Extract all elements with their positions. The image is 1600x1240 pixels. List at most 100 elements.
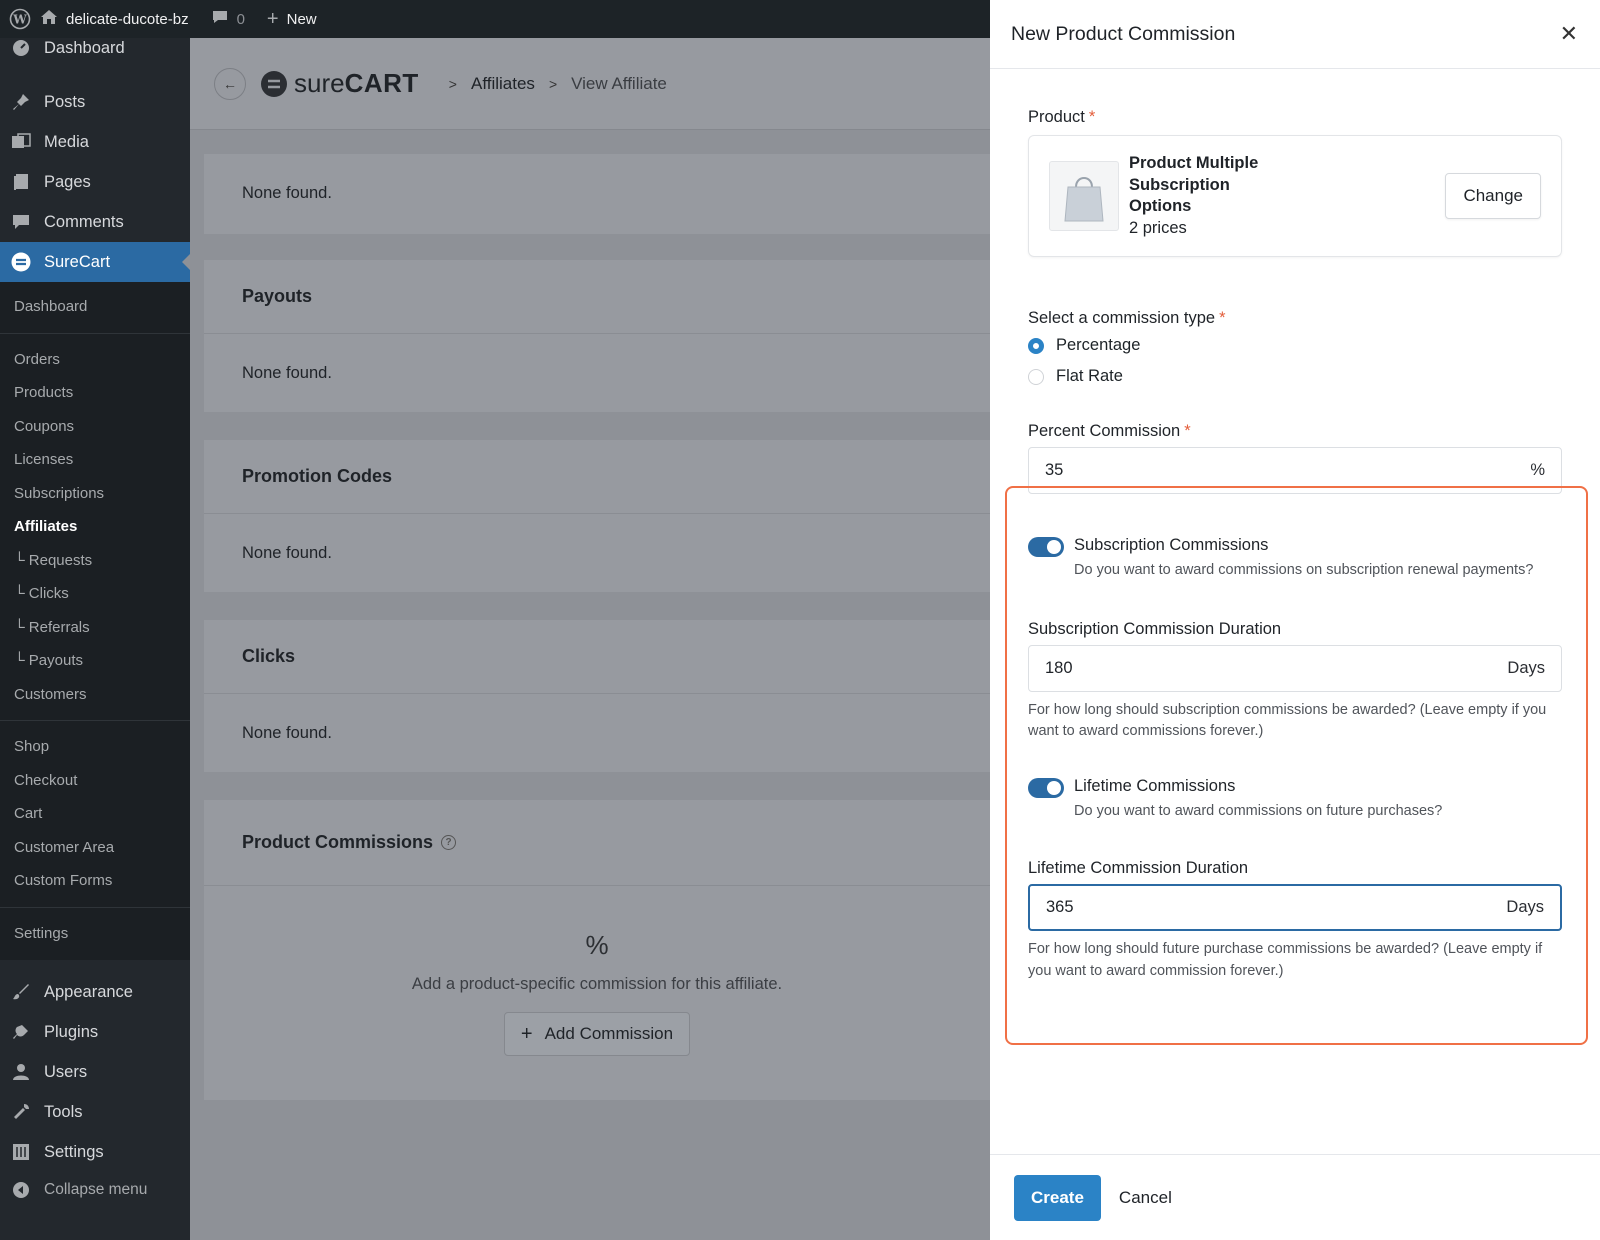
empty-message: None found. [242, 183, 332, 202]
sidebar-item-collapse[interactable]: Collapse menu [0, 1172, 190, 1208]
submenu-item-affiliates[interactable]: Affiliates [0, 510, 190, 544]
percent-suffix: % [1530, 461, 1545, 479]
submenu-item[interactable]: Coupons [0, 410, 190, 444]
page-header: ← sureCART > Affiliates > View Affiliate [190, 38, 990, 130]
comments-link[interactable]: 0 [211, 9, 245, 29]
chevron-right-icon: > [448, 75, 457, 92]
add-commission-button[interactable]: + Add Commission [503, 1012, 691, 1056]
settings-icon [10, 1141, 32, 1163]
admin-bar: W delicate-ducote-bz 0 + New [0, 0, 990, 38]
main-content: ← sureCART > Affiliates > View Affiliate… [190, 38, 990, 1240]
sidebar-item-appearance[interactable]: Appearance [0, 972, 190, 1012]
breadcrumb-current: View Affiliate [571, 73, 667, 93]
sidebar-item-plugins[interactable]: Plugins [0, 1012, 190, 1052]
back-button[interactable]: ← [214, 67, 246, 100]
pin-icon [10, 91, 32, 113]
percent-commission-label: Percent Commission * [1028, 422, 1191, 440]
create-button[interactable]: Create [1014, 1174, 1101, 1221]
surecart-logo: sureCART [260, 68, 419, 99]
required-marker: * [1184, 422, 1191, 440]
wrench-icon [10, 1101, 32, 1123]
comment-bubble-icon [211, 9, 229, 29]
cancel-button[interactable]: Cancel [1119, 1188, 1172, 1208]
product-thumbnail [1049, 161, 1119, 231]
brush-icon [10, 981, 32, 1003]
site-name-link[interactable]: delicate-ducote-bz [40, 9, 189, 29]
collapse-icon [10, 1179, 32, 1201]
product-info: Product Multiple Subscription Options 2 … [1129, 153, 1445, 239]
home-icon [40, 9, 58, 29]
submenu-item[interactable]: Customer Area [0, 831, 190, 865]
divider [0, 720, 190, 721]
card-product-commissions: Product Commissions ? % Add a product-sp… [204, 800, 990, 1100]
sidebar-item-surecart[interactable]: SureCart [0, 242, 190, 282]
arrow-left-icon: ← [223, 75, 237, 92]
empty-message: None found. [242, 363, 332, 382]
tote-bag-icon [1064, 177, 1104, 222]
sidebar-item-pages[interactable]: Pages [0, 162, 190, 202]
card-title: Clicks [204, 620, 990, 694]
submenu-item[interactable]: Products [0, 376, 190, 410]
radio-percentage[interactable]: Percentage [1028, 336, 1562, 355]
submenu-item[interactable]: Cart [0, 797, 190, 831]
comment-icon [10, 211, 32, 233]
submenu-item[interactable]: Dashboard [0, 290, 190, 324]
plug-icon [10, 1021, 32, 1043]
radio-unchecked[interactable] [1028, 368, 1044, 385]
highlight-box [1005, 486, 1588, 1045]
submenu-item[interactable]: └ Requests [0, 544, 190, 578]
drawer-header: New Product Commission ✕ [990, 0, 1600, 69]
svg-text:W: W [12, 13, 27, 27]
sidebar-item-media[interactable]: Media [0, 122, 190, 162]
card-top: None found. [204, 154, 990, 234]
plus-icon: + [266, 7, 279, 30]
divider [0, 906, 190, 908]
wordpress-logo-icon[interactable]: W [0, 8, 40, 30]
help-icon[interactable]: ? [441, 835, 457, 850]
submenu-item[interactable]: Customers [0, 678, 190, 712]
sidebar-item-settings[interactable]: Settings [0, 1132, 190, 1172]
surecart-submenu: Dashboard Orders Products Coupons Licens… [0, 282, 190, 960]
submenu-item[interactable]: Settings [0, 917, 190, 951]
dashboard-icon [10, 38, 32, 59]
new-content-link[interactable]: + New [267, 8, 317, 31]
user-icon [10, 1061, 32, 1083]
admin-sidebar: Dashboard Posts Media Pages Comments Sur… [0, 38, 190, 1240]
surecart-icon [10, 251, 32, 273]
product-name: Product Multiple Subscription Options [1129, 154, 1259, 215]
submenu-item[interactable]: └ Payouts [0, 644, 190, 678]
submenu-item[interactable]: └ Clicks [0, 577, 190, 611]
card-title: Promotion Codes [204, 440, 990, 514]
card-promotion-codes: Promotion Codes None found. [204, 440, 990, 592]
chevron-right-icon: > [548, 75, 558, 92]
breadcrumb-affiliates[interactable]: Affiliates [471, 74, 535, 94]
submenu-item[interactable]: Shop [0, 730, 190, 764]
product-prices: 2 prices [1129, 218, 1187, 237]
commission-type-label: Select a commission type * [1028, 309, 1226, 327]
required-marker: * [1088, 108, 1096, 126]
media-icon [10, 131, 32, 153]
radio-flat-rate[interactable]: Flat Rate [1028, 367, 1562, 386]
drawer-title: New Product Commission [1011, 22, 1236, 45]
percent-icon: % [585, 930, 609, 960]
change-product-button[interactable]: Change [1445, 173, 1541, 219]
submenu-item[interactable]: Orders [0, 343, 190, 377]
selected-product: Product Multiple Subscription Options 2 … [1028, 135, 1562, 257]
radio-checked[interactable] [1028, 337, 1044, 354]
submenu-item[interactable]: Subscriptions [0, 477, 190, 511]
sidebar-item-dashboard[interactable]: Dashboard [0, 38, 190, 62]
empty-message: None found. [242, 723, 332, 742]
submenu-item[interactable]: Custom Forms [0, 864, 190, 898]
sidebar-item-users[interactable]: Users [0, 1052, 190, 1092]
card-clicks: Clicks None found. [204, 620, 990, 772]
required-marker: * [1219, 309, 1226, 327]
sidebar-item-tools[interactable]: Tools [0, 1092, 190, 1132]
sidebar-item-posts[interactable]: Posts [0, 82, 190, 122]
close-icon[interactable]: ✕ [1560, 21, 1578, 47]
submenu-item[interactable]: Licenses [0, 443, 190, 477]
sidebar-item-comments[interactable]: Comments [0, 202, 190, 242]
submenu-item[interactable]: └ Referrals [0, 611, 190, 645]
pages-icon [10, 171, 32, 193]
submenu-item[interactable]: Checkout [0, 764, 190, 798]
empty-text: Add a product-specific commission for th… [411, 975, 783, 993]
